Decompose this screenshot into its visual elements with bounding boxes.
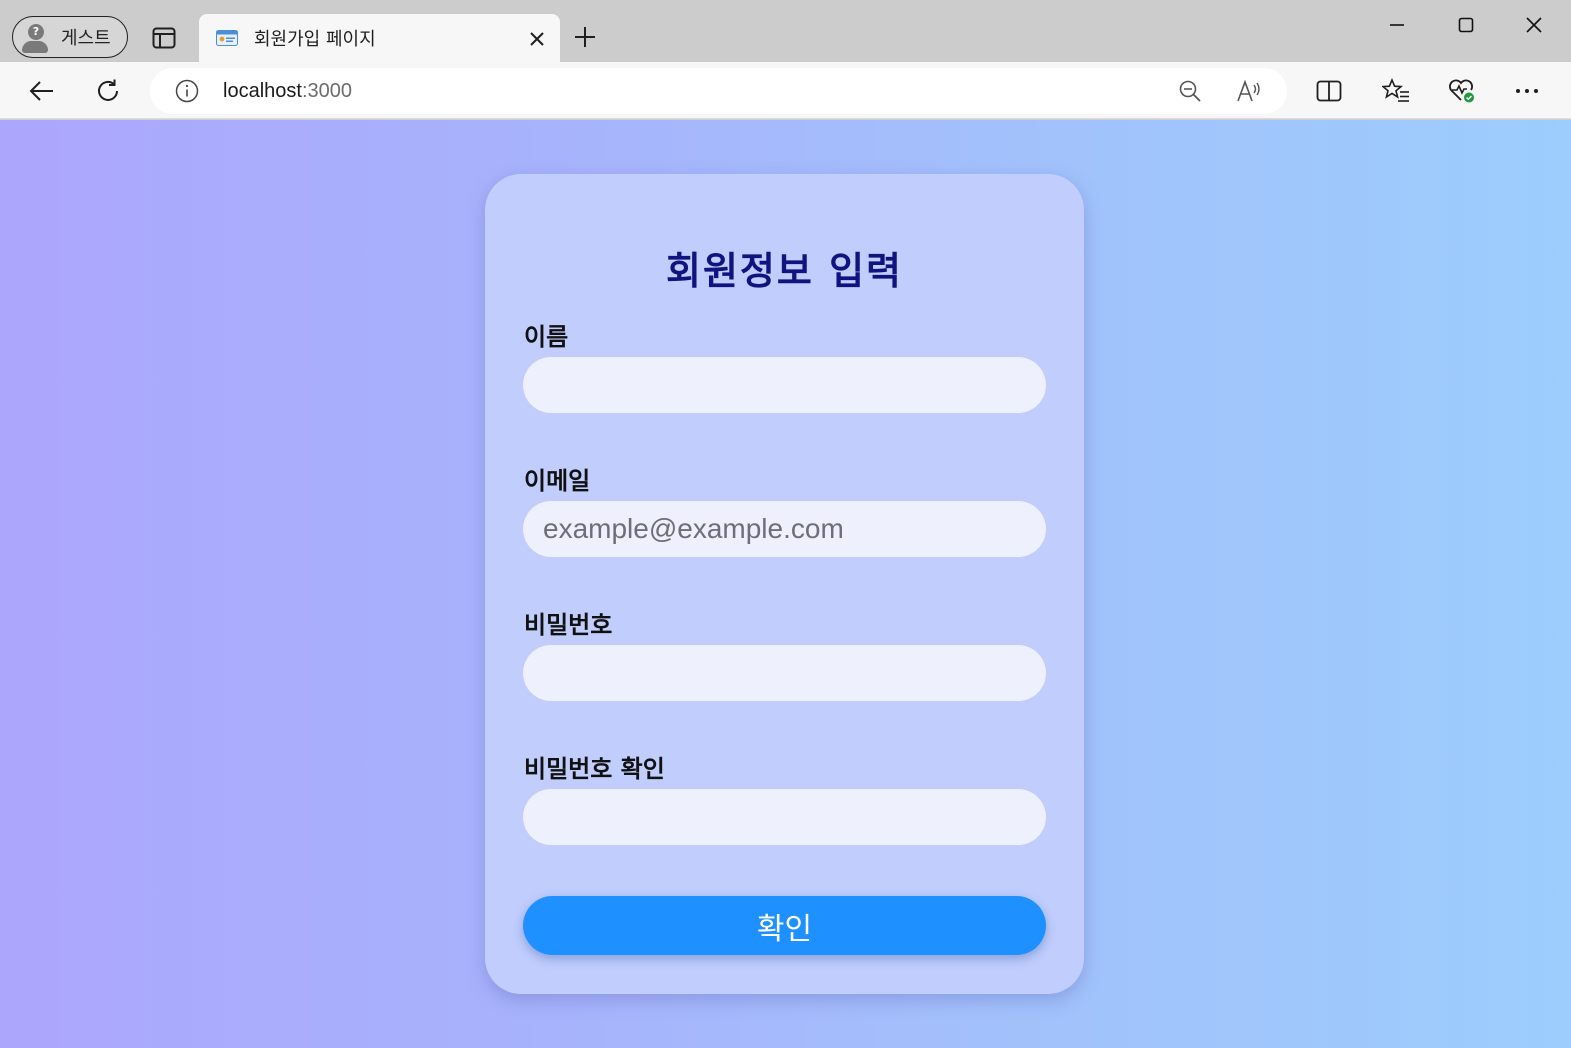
more-icon[interactable] [1507, 71, 1547, 111]
minimize-button[interactable] [1374, 8, 1420, 42]
url-text: localhost:3000 [223, 80, 352, 102]
browser-toolbar: localhost:3000 [0, 62, 1571, 119]
info-icon[interactable] [175, 79, 199, 103]
password-field[interactable] [523, 645, 1046, 701]
name-field[interactable] [523, 357, 1046, 413]
page-viewport: 회원정보 입력 이름 이메일 비밀번호 비밀번호 확인 확인 [0, 120, 1571, 1048]
id-card-icon [215, 28, 239, 48]
active-tab[interactable]: 회원가입 페이지 [199, 14, 560, 62]
profile-label: 게스트 [61, 28, 111, 49]
email-field[interactable] [523, 501, 1046, 557]
plus-icon[interactable] [570, 22, 600, 52]
close-window-button[interactable] [1511, 8, 1557, 42]
password-label: 비밀번호 [524, 611, 613, 639]
read-aloud-icon[interactable] [1235, 76, 1265, 106]
browser-essentials-icon[interactable] [1442, 71, 1482, 111]
split-screen-icon[interactable] [1309, 71, 1349, 111]
zoom-out-icon[interactable] [1175, 76, 1205, 106]
confirm-button[interactable]: 확인 [523, 896, 1046, 955]
signup-card: 회원정보 입력 이름 이메일 비밀번호 비밀번호 확인 확인 [485, 174, 1084, 994]
guest-avatar-icon: ? [21, 23, 49, 53]
name-label: 이름 [524, 323, 569, 351]
maximize-button[interactable] [1443, 8, 1489, 42]
tab-title: 회원가입 페이지 [254, 29, 376, 50]
page-title: 회원정보 입력 [666, 249, 903, 293]
favorites-icon[interactable] [1376, 71, 1416, 111]
profile-button[interactable]: ? 게스트 [12, 16, 128, 58]
address-bar[interactable]: localhost:3000 [150, 68, 1287, 114]
email-label: 이메일 [524, 467, 591, 495]
back-arrow-icon[interactable] [22, 71, 62, 111]
password-confirm-label: 비밀번호 확인 [524, 755, 665, 783]
close-icon[interactable] [524, 26, 550, 52]
refresh-icon[interactable] [88, 71, 128, 111]
tab-actions-icon[interactable] [150, 25, 178, 51]
password-confirm-field[interactable] [523, 789, 1046, 845]
title-bar: ? 게스트 회원가입 페이지 [0, 0, 1571, 62]
